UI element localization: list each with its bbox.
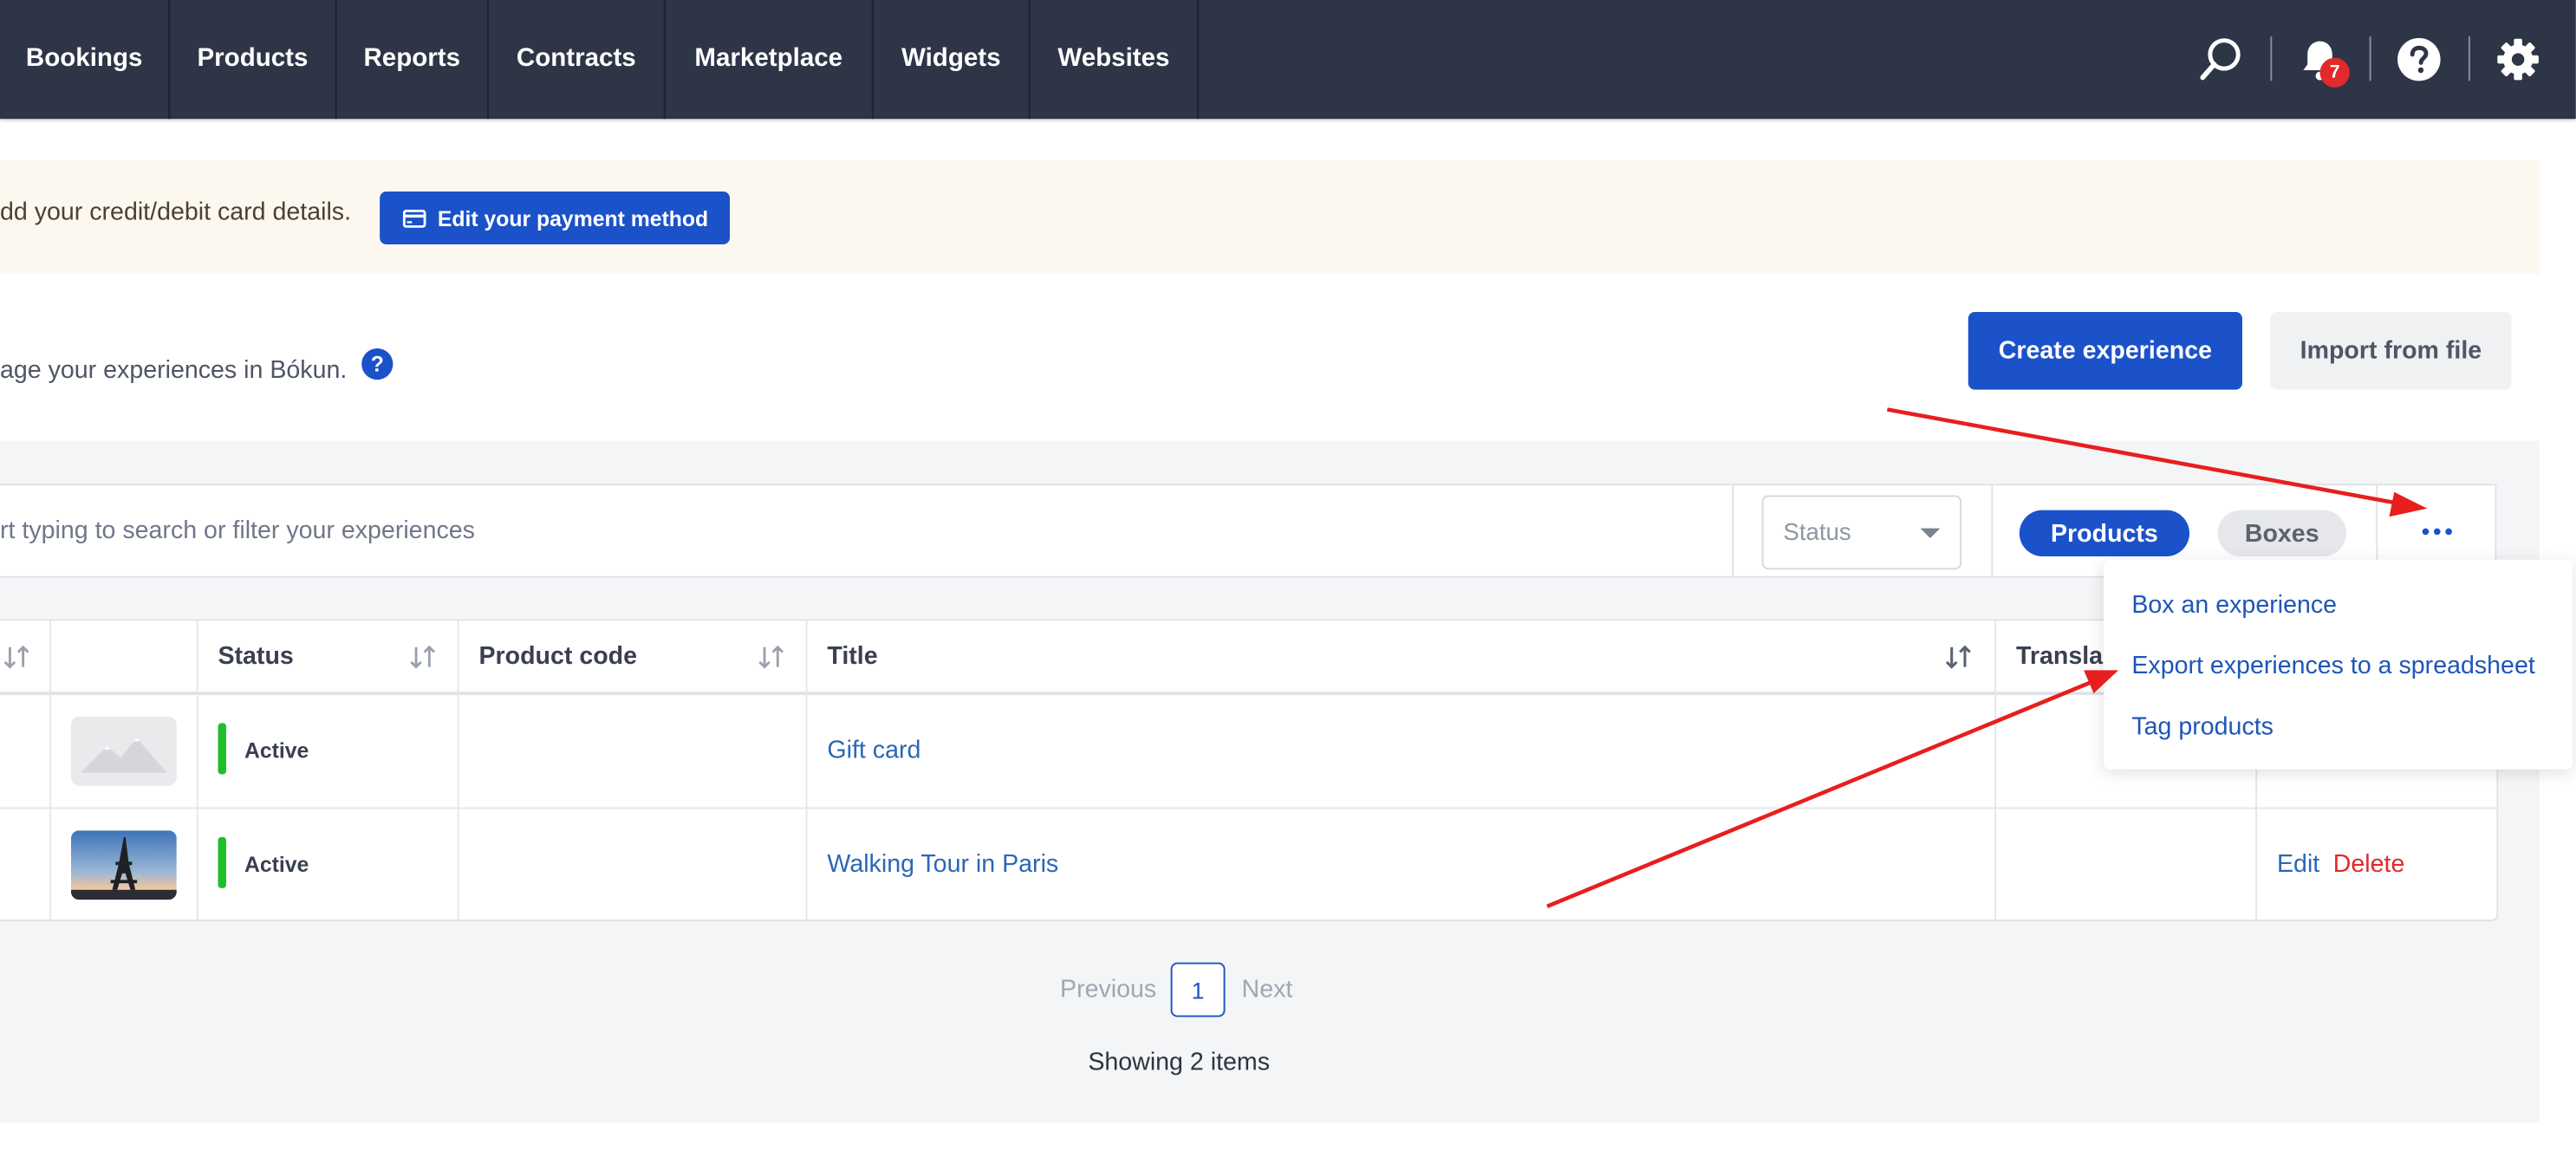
status-badge: Active [244, 737, 309, 763]
chevron-down-icon [1920, 528, 1941, 539]
items-count: Showing 2 items [1088, 1048, 1271, 1077]
table-row[interactable]: Active Walking Tour in Paris Edit Delete [0, 809, 2496, 921]
nav-item-marketplace[interactable]: Marketplace [666, 0, 874, 120]
gear-icon[interactable] [2488, 29, 2548, 89]
column-header-product-code[interactable]: Product code [478, 620, 637, 692]
nav-item-products[interactable]: Products [170, 0, 337, 120]
status-badge: Active [244, 851, 309, 877]
boxes-toggle[interactable]: Boxes [2217, 510, 2347, 556]
create-experience-button[interactable]: Create experience [1968, 312, 2242, 390]
sort-icon[interactable] [0, 644, 33, 670]
products-toggle[interactable]: Products [2019, 510, 2190, 556]
page: Bookings Products Reports Contracts Mark… [0, 0, 2576, 1162]
bell-icon[interactable]: 7 [2290, 29, 2350, 89]
status-indicator [218, 723, 226, 775]
edit-payment-method-button[interactable]: Edit your payment method [380, 191, 731, 244]
more-options-menu: Box an experience Export experiences to … [2103, 559, 2573, 770]
search-icon[interactable] [2191, 29, 2251, 89]
previous-page-button[interactable]: Previous [1060, 976, 1156, 1004]
banner-text: dd your credit/debit card details. [0, 198, 352, 226]
nav-divider [2468, 36, 2470, 81]
search-input[interactable] [0, 485, 1733, 576]
credit-card-icon [402, 208, 426, 227]
help-circle-icon[interactable]: ? [361, 348, 394, 380]
delete-link[interactable]: Delete [2333, 850, 2405, 878]
product-title-link[interactable]: Gift card [827, 737, 920, 764]
import-from-file-button[interactable]: Import from file [2270, 312, 2512, 390]
sort-icon[interactable] [755, 644, 788, 670]
nav-item-bookings[interactable]: Bookings [0, 0, 171, 120]
nav-item-contracts[interactable]: Contracts [489, 0, 666, 120]
placeholder-image [70, 716, 177, 786]
edit-link[interactable]: Edit [2277, 850, 2319, 878]
filter-divider [1991, 485, 1994, 576]
status-indicator [218, 836, 226, 888]
menu-item-box-experience[interactable]: Box an experience [2131, 591, 2337, 619]
sort-icon[interactable] [1942, 644, 1974, 670]
edit-payment-method-label: Edit your payment method [437, 205, 709, 231]
column-header-status[interactable]: Status [218, 620, 293, 692]
column-header-translations[interactable]: Transla [2016, 620, 2103, 692]
status-filter-select[interactable]: Status [1761, 495, 1962, 570]
more-options-icon[interactable] [2416, 507, 2459, 556]
nav-item-widgets[interactable]: Widgets [874, 0, 1031, 120]
menu-item-tag-products[interactable]: Tag products [2131, 713, 2274, 741]
menu-item-export-spreadsheet[interactable]: Export experiences to a spreadsheet [2131, 652, 2534, 679]
nav-divider [2270, 36, 2273, 81]
product-title-link[interactable]: Walking Tour in Paris [827, 850, 1058, 878]
filter-divider [1732, 485, 1734, 576]
next-page-button[interactable]: Next [1242, 976, 1293, 1004]
nav-divider [2369, 36, 2371, 81]
help-icon[interactable] [2390, 29, 2449, 89]
top-navigation: Bookings Products Reports Contracts Mark… [0, 0, 2576, 120]
page-1-button[interactable]: 1 [1170, 962, 1226, 1017]
eiffel-tower-thumbnail [70, 830, 177, 900]
nav-item-websites[interactable]: Websites [1031, 0, 1200, 120]
notification-badge: 7 [2319, 57, 2350, 88]
sort-icon[interactable] [407, 644, 439, 670]
column-header-title[interactable]: Title [827, 620, 877, 692]
status-filter-placeholder: Status [1783, 519, 1851, 546]
nav-item-reports[interactable]: Reports [337, 0, 489, 120]
page-description: age your experiences in Bókun. [0, 356, 348, 385]
